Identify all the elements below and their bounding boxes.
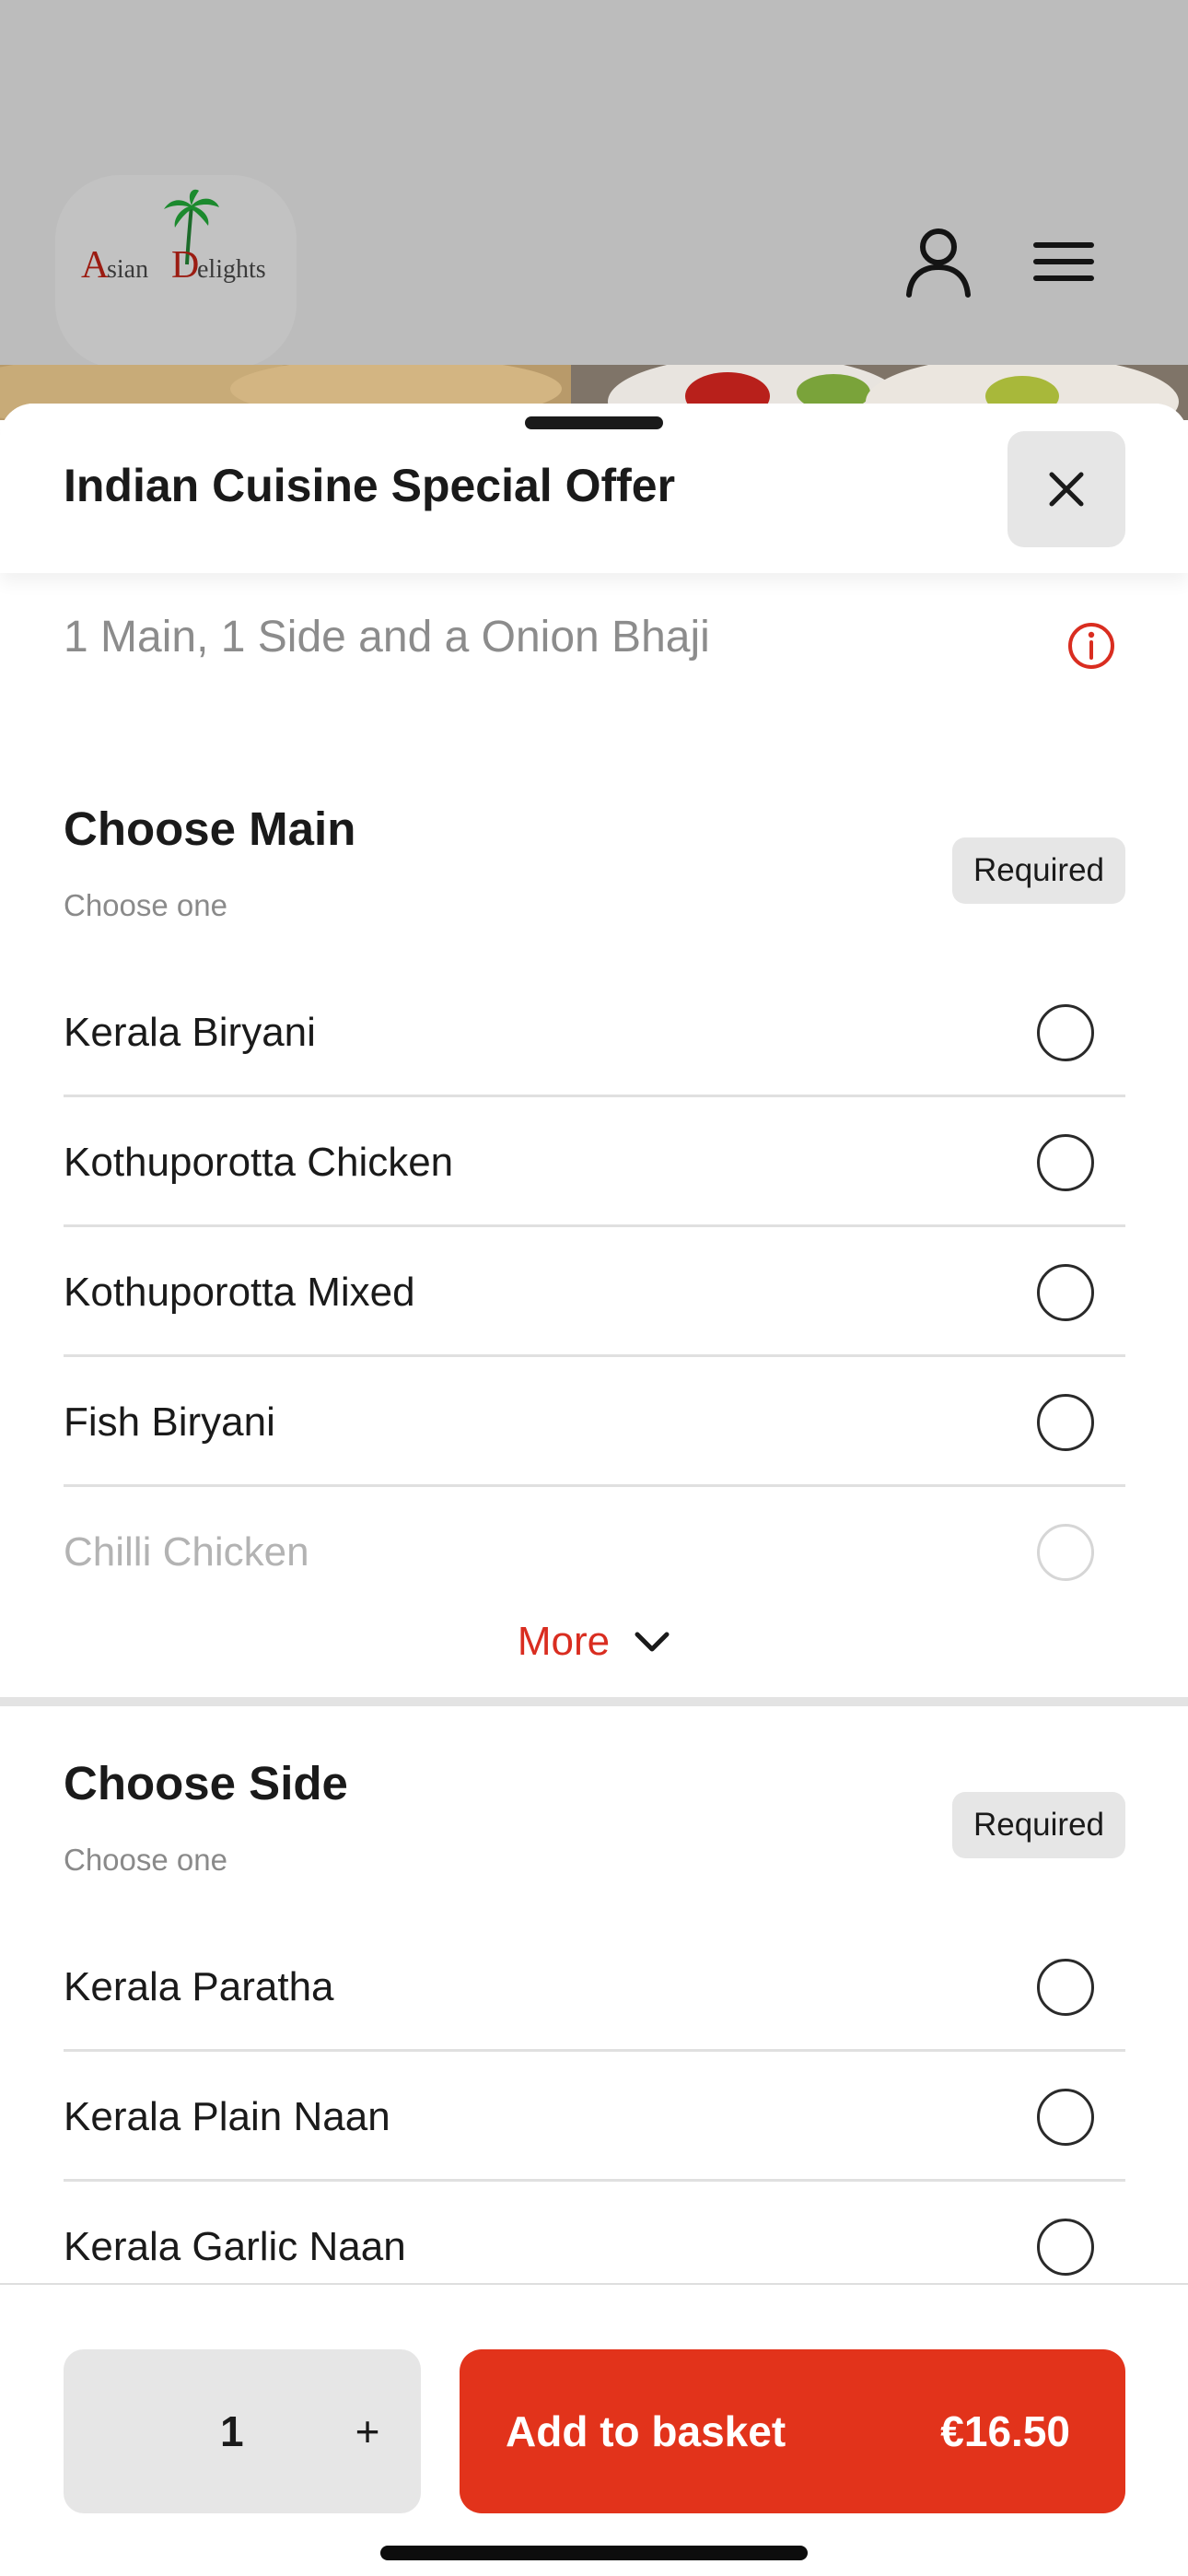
option-name: Kerala Biryani: [64, 1010, 316, 1055]
restaurant-header: A sian D elights: [0, 0, 1188, 369]
required-badge-side: Required: [952, 1792, 1125, 1858]
option-row[interactable]: Kothuporotta Mixed: [64, 1227, 1125, 1357]
radio-button[interactable]: [1037, 1394, 1094, 1451]
radio-button[interactable]: [1037, 1264, 1094, 1321]
logo-word-elights: elights: [197, 255, 266, 284]
add-to-basket-button[interactable]: Add to basket €16.50: [460, 2349, 1125, 2513]
option-name: Kothuporotta Mixed: [64, 1270, 415, 1315]
quantity-value: 1: [220, 2407, 244, 2455]
option-name: Kothuporotta Chicken: [64, 1140, 454, 1185]
option-row[interactable]: Kerala Plain Naan: [64, 2052, 1125, 2182]
section-divider: [0, 1697, 1188, 1706]
option-row[interactable]: Kothuporotta Chicken: [64, 1097, 1125, 1227]
group-subtitle-main: Choose one: [64, 888, 227, 922]
group-subtitle-side: Choose one: [64, 1843, 227, 1877]
close-button[interactable]: [1007, 431, 1125, 547]
option-row[interactable]: Kerala Biryani: [64, 967, 1125, 1097]
logo-letter-a: A: [81, 244, 110, 287]
logo-graphic: A sian D elights: [81, 189, 266, 287]
sheet-grabber[interactable]: [525, 416, 663, 429]
offer-description: 1 Main, 1 Side and a Onion Bhaji: [64, 613, 710, 662]
sheet-header: Indian Cuisine Special Offer: [0, 404, 1188, 573]
option-name: Chilli Chicken: [64, 1529, 309, 1575]
chevron-down-icon: [635, 1632, 670, 1652]
app-screen: A sian D elights Indian Cuisine Special …: [0, 0, 1188, 2576]
group-title-side: Choose Side: [64, 1757, 348, 1809]
offer-bottom-sheet: Indian Cuisine Special Offer 1 Main, 1 S…: [0, 404, 1188, 2576]
required-badge-main: Required: [952, 837, 1125, 904]
option-name: Kerala Paratha: [64, 1964, 334, 2009]
more-label: More: [517, 1619, 611, 1664]
sheet-title: Indian Cuisine Special Offer: [64, 460, 676, 511]
radio-button[interactable]: [1037, 1959, 1094, 2016]
logo-word-sian: sian: [107, 255, 148, 284]
more-options-button[interactable]: More: [497, 1609, 691, 1675]
info-circle-icon[interactable]: [1066, 621, 1116, 671]
close-icon: [1049, 472, 1084, 507]
radio-button[interactable]: [1037, 1524, 1094, 1581]
bottom-action-bar: 1 + Add to basket €16.50: [0, 2283, 1188, 2576]
increment-button[interactable]: +: [331, 2349, 404, 2513]
hamburger-menu-icon[interactable]: [1025, 223, 1102, 300]
option-name: Kerala Plain Naan: [64, 2094, 390, 2139]
asian-delights-logo[interactable]: A sian D elights: [79, 189, 282, 290]
radio-button[interactable]: [1037, 2219, 1094, 2276]
quantity-stepper[interactable]: 1 +: [64, 2349, 421, 2513]
total-price: €16.50: [940, 2407, 1070, 2455]
option-row[interactable]: Chilli Chicken: [64, 1487, 1125, 1617]
radio-button[interactable]: [1037, 1004, 1094, 1061]
person-icon[interactable]: [900, 223, 977, 300]
radio-button[interactable]: [1037, 2089, 1094, 2146]
logo-letter-d: D: [171, 244, 199, 287]
group-title-main: Choose Main: [64, 802, 356, 855]
option-row[interactable]: Fish Biryani: [64, 1357, 1125, 1487]
add-to-basket-label: Add to basket: [506, 2407, 786, 2455]
radio-button[interactable]: [1037, 1134, 1094, 1191]
option-name: Fish Biryani: [64, 1399, 275, 1445]
home-indicator: [380, 2546, 808, 2560]
option-row[interactable]: Kerala Paratha: [64, 1922, 1125, 2052]
